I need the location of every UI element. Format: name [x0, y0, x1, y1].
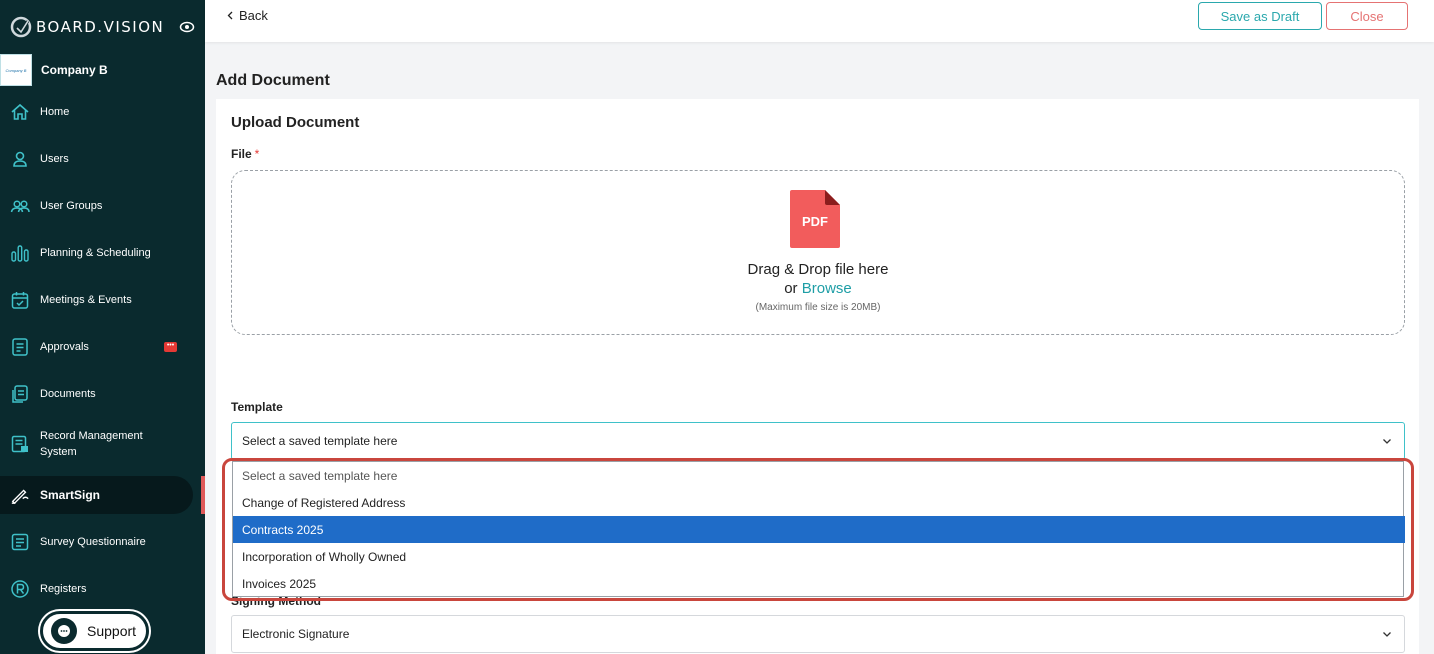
template-label: Template: [231, 400, 283, 414]
notification-badge: •••: [164, 342, 177, 352]
active-indicator: [201, 476, 205, 514]
pen-icon: [10, 485, 30, 505]
brand-name: BOARD.VISION: [36, 18, 165, 36]
registered-icon: [10, 579, 30, 599]
calendar-icon: [10, 290, 30, 310]
chevron-down-icon: [1383, 632, 1391, 637]
file-label: File *: [231, 147, 259, 161]
company-switcher[interactable]: Company B Company B: [0, 54, 108, 86]
pdf-file-icon: PDF: [790, 190, 840, 248]
eye-icon[interactable]: [179, 20, 195, 34]
sidebar: BOARD.VISION Company B Company B Home Us…: [0, 0, 205, 654]
dropzone-instructions: Drag & Drop file here: [747, 261, 889, 278]
template-option[interactable]: Incorporation of Wholly Owned: [233, 543, 1405, 570]
chevron-left-icon: [227, 11, 233, 20]
sidebar-item-users[interactable]: Users: [0, 140, 193, 178]
sidebar-item-registers[interactable]: Registers: [0, 570, 193, 608]
back-link[interactable]: Back: [227, 8, 268, 23]
record-icon: [10, 434, 30, 454]
template-option[interactable]: Invoices 2025: [233, 570, 1405, 597]
survey-icon: [10, 532, 30, 552]
back-label: Back: [239, 8, 268, 23]
sidebar-item-label: Registers: [40, 583, 87, 595]
sidebar-item-approvals[interactable]: Approvals •••: [0, 328, 193, 366]
page-title: Add Document: [216, 72, 330, 89]
dropzone-size-note: (Maximum file size is 20MB): [755, 302, 881, 313]
top-bar: Back Save as Draft Close: [205, 0, 1434, 42]
chevron-down-icon: [1383, 439, 1391, 444]
sidebar-item-label: Record Management System: [40, 430, 143, 458]
save-draft-button[interactable]: Save as Draft: [1198, 2, 1322, 30]
company-name: Company B: [41, 63, 108, 77]
template-option-selected[interactable]: Contracts 2025: [233, 516, 1405, 543]
dropzone-or-line: or Browse: [231, 280, 1405, 297]
template-option[interactable]: Change of Registered Address: [233, 489, 1405, 516]
sidebar-item-label: Approvals: [40, 341, 89, 353]
sidebar-item-label: Documents: [40, 388, 96, 400]
template-select-value: Select a saved template here: [242, 434, 398, 448]
sidebar-item-planning-scheduling[interactable]: Planning & Scheduling: [0, 234, 193, 272]
sidebar-item-documents[interactable]: Documents: [0, 375, 193, 413]
template-select[interactable]: Select a saved template here: [231, 422, 1405, 460]
signing-method-value: Electronic Signature: [242, 627, 350, 641]
sidebar-item-label: Meetings & Events: [40, 294, 132, 306]
sidebar-item-survey-questionnaire[interactable]: Survey Questionnaire: [0, 523, 193, 561]
chart-icon: [10, 243, 30, 263]
clipboard-icon: [10, 337, 30, 357]
document-icon: [10, 384, 30, 404]
section-title: Upload Document: [231, 114, 360, 131]
file-label-text: File: [231, 147, 252, 161]
sidebar-item-label: SmartSign: [40, 488, 101, 502]
sidebar-item-record-management[interactable]: Record Management System: [0, 425, 193, 463]
users-icon: [10, 196, 30, 216]
signing-method-select[interactable]: Electronic Signature: [231, 615, 1405, 653]
sidebar-item-label: Home: [40, 106, 70, 118]
sidebar-item-smartsign[interactable]: SmartSign: [0, 476, 193, 514]
company-logo: Company B: [0, 54, 32, 86]
sidebar-item-user-groups[interactable]: User Groups: [0, 187, 193, 225]
sidebar-item-home[interactable]: Home: [0, 93, 193, 131]
template-option-placeholder[interactable]: Select a saved template here: [233, 462, 1405, 489]
chat-icon: [51, 618, 77, 644]
close-button[interactable]: Close: [1326, 2, 1408, 30]
sidebar-item-label: Users: [40, 153, 69, 165]
required-mark: *: [254, 147, 260, 161]
brand[interactable]: BOARD.VISION: [10, 14, 164, 40]
or-text: or: [784, 280, 798, 297]
home-icon: [10, 102, 30, 122]
sidebar-item-label: User Groups: [40, 200, 103, 212]
browse-link[interactable]: Browse: [802, 280, 852, 297]
sidebar-item-label: Planning & Scheduling: [40, 247, 151, 259]
user-icon: [10, 149, 30, 169]
support-button[interactable]: Support: [40, 611, 149, 651]
support-label: Support: [87, 623, 137, 639]
sidebar-item-meetings-events[interactable]: Meetings & Events: [0, 281, 193, 319]
template-dropdown-list: Select a saved template here Change of R…: [232, 461, 1405, 597]
pdf-icon-text: PDF: [802, 214, 828, 229]
board-vision-logo-icon: [10, 16, 32, 38]
sidebar-item-label: Survey Questionnaire: [40, 536, 146, 548]
